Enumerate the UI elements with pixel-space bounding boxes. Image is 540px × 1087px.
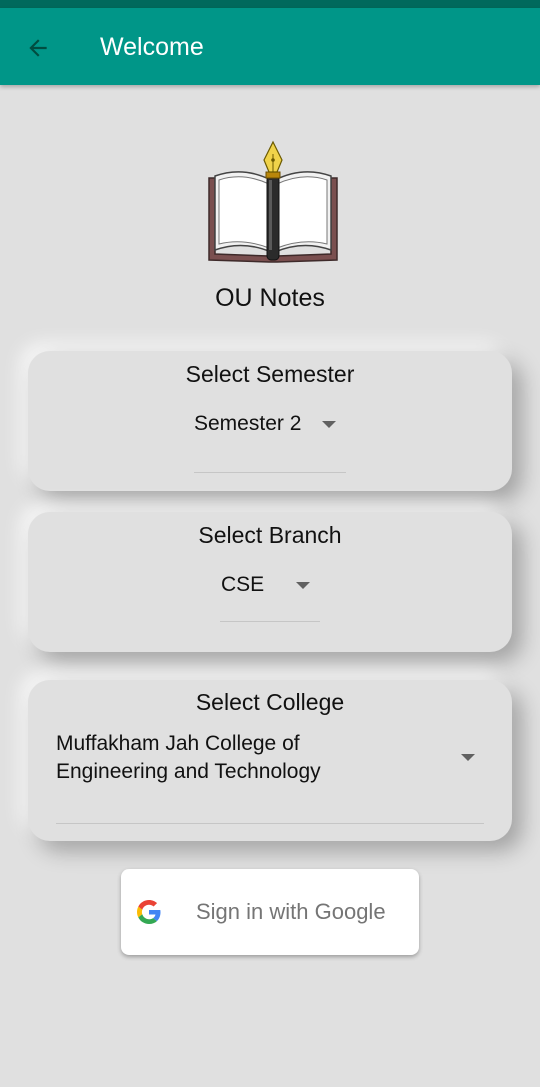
app-name: OU Notes	[215, 284, 325, 312]
arrow-left-icon	[29, 39, 47, 57]
college-dropdown-value[interactable]: Muffakham Jah College of Engineering and…	[56, 730, 396, 786]
book-with-pen-icon	[208, 140, 338, 263]
semester-dropdown-value[interactable]: Semester 2	[194, 412, 301, 436]
google-sign-in-button[interactable]: Sign in with Google	[121, 869, 419, 955]
semester-dropdown-underline	[194, 472, 346, 473]
semester-card: Select Semester Semester 2	[28, 351, 512, 491]
app-bar: Welcome	[0, 8, 540, 85]
branch-label: Select Branch	[198, 522, 342, 548]
google-icon	[137, 900, 161, 924]
branch-card: Select Branch CSE	[28, 512, 512, 652]
branch-dropdown-arrow-icon[interactable]	[296, 582, 310, 589]
college-card: Select College Muffakham Jah College of …	[28, 680, 512, 841]
branch-dropdown-underline	[220, 621, 320, 622]
status-bar	[0, 0, 540, 8]
college-dropdown-underline	[56, 823, 484, 824]
college-label: Select College	[195, 689, 345, 715]
google-sign-in-label: Sign in with Google	[196, 899, 386, 924]
page-title: Welcome	[100, 33, 204, 61]
branch-dropdown-value[interactable]: CSE	[221, 573, 264, 597]
college-dropdown-arrow-icon[interactable]	[461, 754, 475, 761]
semester-label: Select Semester	[185, 361, 355, 387]
semester-dropdown-arrow-icon[interactable]	[322, 421, 336, 428]
back-button[interactable]	[18, 28, 58, 68]
